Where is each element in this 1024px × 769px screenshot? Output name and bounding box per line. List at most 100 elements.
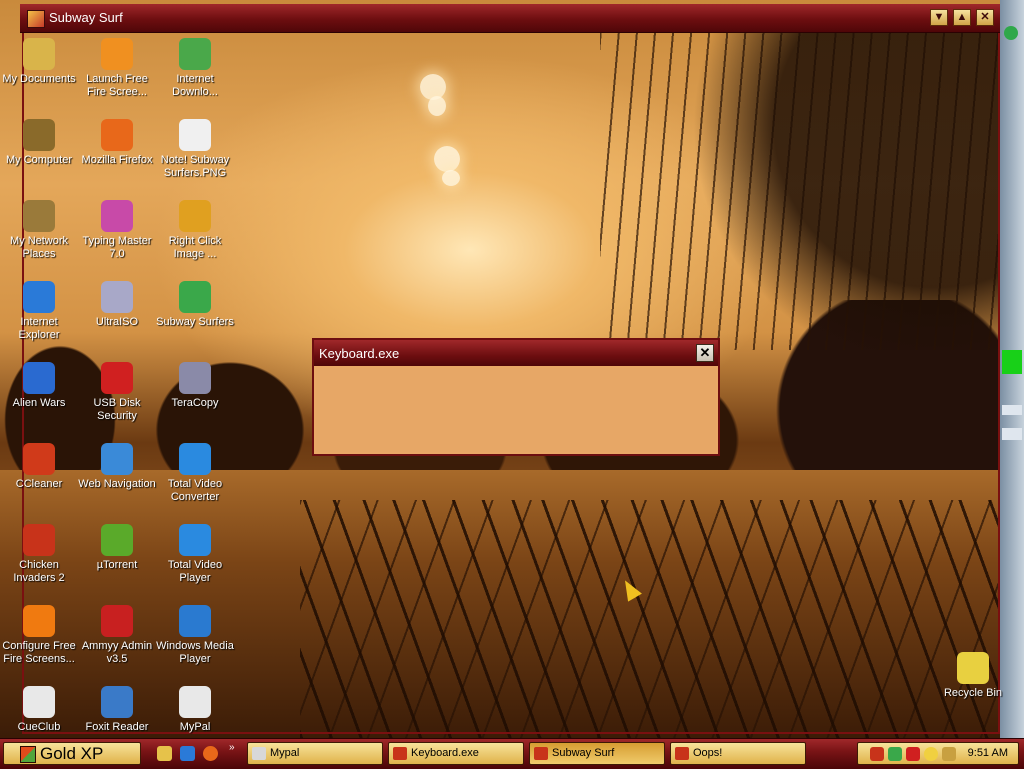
desktop-icon[interactable]: Web Navigation [78, 443, 156, 491]
desktop-icon-label: Configure Free Fire Screens... [2, 640, 76, 665]
desktop-icon-label: Total Video Converter [167, 478, 223, 503]
firefox-icon[interactable] [203, 746, 218, 761]
taskbar-button[interactable]: Keyboard.exe [388, 742, 524, 765]
desktop-icon-label: Note! Subway Surfers.PNG [160, 154, 230, 179]
desktop-icon-label: TeraCopy [171, 397, 219, 409]
desktop-icon[interactable]: My Network Places [0, 200, 78, 261]
desktop-icon[interactable]: MyPal [156, 686, 234, 734]
desktop-icon-label: Alien Wars [12, 397, 66, 409]
ammyy-icon [101, 605, 133, 637]
desktop-icon[interactable]: Alien Wars [0, 362, 78, 410]
subway-surfers-icon [534, 747, 548, 760]
close-button[interactable]: ✕ [976, 9, 994, 26]
taskbar-button[interactable]: Mypal [247, 742, 383, 765]
clock[interactable]: 9:51 AM [968, 747, 1008, 759]
desktop-icon[interactable]: Right Click Image ... [156, 200, 234, 261]
taskbar-button-label: Keyboard.exe [411, 747, 479, 759]
chicken-icon [23, 524, 55, 556]
fire-icon [23, 605, 55, 637]
desktop-icon[interactable]: Configure Free Fire Screens... [0, 605, 78, 666]
quicklaunch-more-icon[interactable]: » [229, 742, 235, 753]
background-window-strip [1000, 0, 1024, 738]
dialog-body [316, 368, 716, 452]
desktop-icon[interactable]: CueClub [0, 686, 78, 734]
status-indicator [1002, 350, 1022, 374]
taskbar-button[interactable]: Subway Surf [529, 742, 665, 765]
subway-surfers-icon [179, 281, 211, 313]
toolbar-icon [1002, 428, 1022, 440]
windows-flag-icon [20, 746, 36, 763]
dialog-close-button[interactable]: ✕ [696, 344, 714, 362]
window-titlebar[interactable]: Subway Surf ▼ ▲ ✕ [20, 4, 1000, 33]
foxit-icon [101, 686, 133, 718]
ie-icon[interactable] [180, 746, 195, 761]
folder-icon [23, 38, 55, 70]
desktop-icon-label: MyPal [179, 721, 211, 733]
app-icon [675, 747, 689, 760]
taskbar: Gold XP » Mypal Keyboard.exe Subway Surf Oo… [0, 738, 1024, 769]
desktop-icon-label: Foxit Reader [85, 721, 149, 733]
desktop-icon[interactable]: USB Disk Security [78, 362, 156, 423]
desktop-icon[interactable]: Note! Subway Surfers.PNG [156, 119, 234, 180]
desktop-icon[interactable]: Recycle Bin [934, 652, 1012, 700]
desktop-icon-label: Internet Downlo... [172, 73, 218, 98]
desktop-icon-label: Subway Surfers [156, 316, 234, 328]
desktop-icon-label: Internet Explorer [18, 316, 60, 341]
desktop-icon-label: Recycle Bin [943, 687, 1003, 699]
desktop-icon-label: USB Disk Security [93, 397, 141, 422]
desktop-icon[interactable]: Total Video Player [156, 524, 234, 585]
ccleaner-icon [23, 443, 55, 475]
desktop-icon[interactable]: Windows Media Player [156, 605, 234, 666]
tray-app-icon[interactable] [870, 747, 884, 761]
start-button[interactable]: Gold XP [3, 742, 141, 765]
desktop-icon-label: UltraISO [95, 316, 139, 328]
desktop-icon[interactable]: Foxit Reader [78, 686, 156, 734]
show-desktop-icon[interactable] [157, 746, 172, 761]
dialog-title: Keyboard.exe [319, 346, 400, 361]
minimize-button[interactable]: ▼ [930, 9, 948, 26]
app-icon [27, 10, 45, 28]
desktop-icon[interactable]: Subway Surfers [156, 281, 234, 329]
desktop-icon-label: µTorrent [96, 559, 138, 571]
taskbar-button-label: Mypal [270, 747, 300, 759]
desktop-icon[interactable]: UltraISO [78, 281, 156, 329]
search-icon[interactable] [942, 747, 956, 761]
desktop-icon[interactable]: TeraCopy [156, 362, 234, 410]
start-label: Gold XP [40, 744, 104, 763]
image-file-icon [179, 119, 211, 151]
ultraiso-icon [101, 281, 133, 313]
desktop-icon[interactable]: Typing Master 7.0 [78, 200, 156, 261]
desktop-icon[interactable]: Mozilla Firefox [78, 119, 156, 167]
desktop-icon[interactable]: Ammyy Admin v3.5 [78, 605, 156, 666]
shield-icon [101, 362, 133, 394]
utorrent-icon [101, 524, 133, 556]
desktop-icon[interactable]: CCleaner [0, 443, 78, 491]
dialog-titlebar[interactable]: Keyboard.exe ✕ [314, 340, 718, 366]
desktop-icon-label: Right Click Image ... [168, 235, 222, 260]
desktop-icon[interactable]: Internet Explorer [0, 281, 78, 342]
taskbar-button-label: Subway Surf [552, 747, 615, 759]
mypal-icon [252, 747, 266, 760]
desktop-icon[interactable]: Internet Downlo... [156, 38, 234, 99]
maximize-button[interactable]: ▲ [953, 9, 971, 26]
desktop-icon-label: Windows Media Player [156, 640, 234, 665]
desktop-icon-label: Launch Free Fire Scree... [86, 73, 148, 98]
desktop-icon[interactable]: Chicken Invaders 2 [0, 524, 78, 585]
video-converter-icon [179, 443, 211, 475]
idm-icon [179, 38, 211, 70]
desktop-icon[interactable]: µTorrent [78, 524, 156, 572]
desktop-icon-label: Web Navigation [78, 478, 156, 490]
computer-icon [23, 119, 55, 151]
tray-network-icon[interactable] [888, 747, 902, 761]
desktop-icon[interactable]: Launch Free Fire Scree... [78, 38, 156, 99]
taskbar-button[interactable]: Oops! [670, 742, 806, 765]
desktop-icon[interactable]: Total Video Converter [156, 443, 234, 504]
tray-smiley-icon[interactable] [924, 747, 938, 761]
desktop-icon[interactable]: My Documents [0, 38, 78, 86]
shield-icon[interactable] [906, 747, 920, 761]
media-player-icon [179, 605, 211, 637]
taskbar-button-label: Oops! [693, 747, 723, 759]
desktop-icon[interactable]: My Computer [0, 119, 78, 167]
recycle-bin-icon [957, 652, 989, 684]
desktop-icon-label: CueClub [17, 721, 61, 733]
